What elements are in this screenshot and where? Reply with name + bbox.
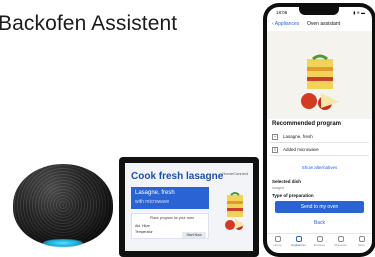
phone-screen: 18:06 ▮ ≋ ▬ ‹ Appliances Oven assistant …	[267, 7, 372, 253]
display-program-name: Lasagne, fresh	[135, 190, 175, 196]
home-icon	[274, 236, 281, 242]
display-info-text: Place program for your oven	[150, 216, 195, 220]
program-row-lasagne[interactable]: + Lasagne, fresh	[270, 132, 369, 143]
display-field-heat: Abl. Hitze	[135, 224, 150, 228]
speaker-light-ring	[43, 239, 83, 247]
more-icon	[358, 236, 365, 242]
speaker-body	[13, 164, 113, 246]
recipe-icon	[316, 236, 323, 242]
back-to-appliances-link[interactable]: ‹ Appliances	[272, 21, 299, 27]
program-row-label: Lasagne, fresh	[283, 134, 313, 139]
preparation-type-label: Type of preparation	[272, 193, 314, 198]
status-bar-icons: ▮ ≋ ▬	[353, 10, 365, 15]
tab-bar: Home Appliances Recipes Moments More	[267, 233, 372, 253]
program-row-microwave[interactable]: ≡ Added microwave	[270, 145, 369, 156]
plus-icon: +	[272, 134, 278, 140]
tab-appliances[interactable]: Appliances	[289, 236, 309, 247]
tab-home[interactable]: Home	[268, 236, 288, 247]
headline: Backofen Assistent	[0, 12, 178, 35]
recommended-program-heading: Recommended program	[272, 121, 342, 127]
lasagne-image	[301, 54, 339, 110]
display-brand: HomeConnect	[222, 171, 248, 176]
back-button[interactable]: Back	[267, 220, 372, 226]
appliance-icon	[295, 236, 302, 242]
selected-dish-label: Selected dish	[272, 179, 302, 184]
program-row-label: Added microwave	[283, 147, 319, 152]
status-bar-time: 18:06	[276, 10, 288, 15]
display-info-card: Place program for your oven Abl. Hitze T…	[131, 213, 209, 239]
display-start-button[interactable]: Start Now	[182, 232, 206, 238]
tab-moments[interactable]: Moments	[331, 236, 351, 247]
smart-display-screen: Cook fresh lasagne HomeConnect Lasagne, …	[125, 163, 253, 251]
phone-device: 18:06 ▮ ≋ ▬ ‹ Appliances Oven assistant …	[263, 3, 375, 257]
page-title: Oven assistant	[307, 21, 341, 27]
smart-speaker-image	[13, 164, 113, 250]
dish-hero-area	[267, 31, 372, 119]
display-field-temperature: Temperatur	[135, 230, 153, 234]
display-title: Cook fresh lasagne	[131, 171, 224, 182]
smart-display-device: Cook fresh lasagne HomeConnect Lasagne, …	[119, 157, 259, 257]
moments-icon	[337, 236, 344, 242]
display-program-detail: with microwave	[135, 199, 170, 205]
show-alternatives-link[interactable]: Show alternatives	[267, 165, 372, 170]
lasagne-image	[225, 192, 245, 230]
display-program-panel[interactable]: Lasagne, fresh with microwave	[131, 187, 209, 209]
tab-more[interactable]: More	[352, 236, 372, 247]
send-to-oven-button[interactable]: Send to my oven	[275, 201, 364, 213]
selected-dish-value: lasagne	[272, 186, 285, 190]
list-icon: ≡	[272, 147, 278, 153]
phone-notch	[299, 7, 339, 15]
tab-recipes[interactable]: Recipes	[310, 236, 330, 247]
